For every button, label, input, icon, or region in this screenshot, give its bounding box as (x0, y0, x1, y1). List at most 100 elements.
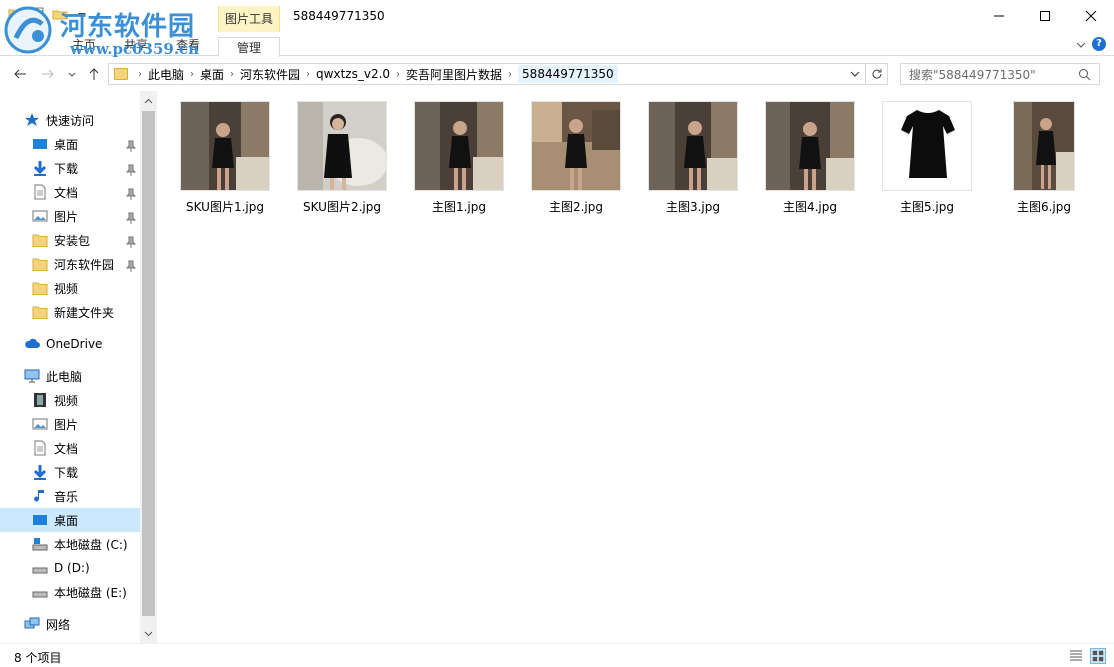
file-item[interactable]: 主图4.jpg (754, 101, 866, 221)
sidebar-item-label: 桌面 (54, 513, 79, 528)
file-item[interactable]: SKU图片1.jpg (169, 101, 281, 221)
computer-icon (24, 369, 40, 383)
quick-access-toolbar (8, 6, 90, 22)
cloud-icon (25, 338, 40, 348)
pin-icon[interactable] (126, 140, 136, 152)
chevron-right-icon[interactable]: › (502, 69, 518, 80)
folder-icon (32, 306, 48, 319)
pin-icon[interactable] (126, 236, 136, 248)
sidebar-item-label: 安装包 (54, 233, 91, 248)
search-icon[interactable] (1078, 68, 1091, 81)
sidebar-item-label: 本地磁盘 (C:) (54, 537, 128, 552)
file-list: SKU图片1.jpg SKU图片2.jpg 主图1.jpg 主图2.jpg 主图… (157, 91, 1114, 643)
maximize-button[interactable] (1022, 0, 1068, 31)
sidebar-item-label: 下载 (54, 161, 79, 176)
new-folder-icon[interactable] (52, 6, 68, 22)
file-name: SKU图片2.jpg (303, 200, 381, 214)
sidebar-item-label: D (D:) (54, 561, 90, 575)
chevron-down-icon (68, 72, 76, 77)
chevron-right-icon[interactable]: › (224, 69, 240, 80)
details-view-icon[interactable] (1068, 648, 1084, 664)
file-name: 主图3.jpg (665, 200, 721, 214)
properties-icon[interactable] (30, 6, 46, 22)
folder-icon[interactable] (8, 6, 24, 22)
file-name: 主图1.jpg (431, 200, 487, 214)
breadcrumb-this-pc[interactable]: 此电脑 (148, 66, 184, 83)
refresh-button[interactable] (866, 63, 888, 85)
breadcrumb-current[interactable]: 588449771350 (518, 65, 618, 83)
breadcrumb-ali-data[interactable]: 奕吾阿里图片数据 (406, 66, 502, 83)
search-placeholder: 搜索"588449771350" (909, 67, 1036, 82)
tab-manage[interactable]: 管理 (218, 37, 280, 57)
large-icons-view-icon[interactable] (1090, 648, 1106, 664)
download-arrow-icon (33, 161, 47, 176)
chevron-right-icon[interactable]: › (184, 69, 200, 80)
tab-share[interactable]: 共享 (124, 36, 148, 53)
breadcrumb-desktop[interactable]: 桌面 (200, 66, 224, 83)
sidebar-item-label: 下载 (54, 465, 79, 480)
chevron-right-icon[interactable]: › (132, 69, 148, 80)
scroll-up-icon[interactable] (144, 97, 153, 106)
arrow-right-icon (42, 69, 54, 79)
image-thumbnail (765, 101, 855, 191)
file-item[interactable]: 主图2.jpg (520, 101, 632, 221)
music-note-icon (34, 490, 44, 502)
pin-icon[interactable] (126, 212, 136, 224)
picture-icon (32, 210, 48, 222)
system-drive-icon (32, 538, 48, 551)
help-icon[interactable]: ? (1092, 37, 1106, 51)
sidebar-item-pc-desktop[interactable]: 桌面 (0, 508, 140, 532)
forward-button[interactable] (40, 66, 56, 82)
chevron-right-icon[interactable]: › (390, 69, 406, 80)
arrow-left-icon (14, 69, 26, 79)
address-bar[interactable]: › 此电脑 › 桌面 › 河东软件园 › qwxtzs_v2.0 › 奕吾阿里图… (108, 63, 866, 85)
document-icon (34, 440, 46, 456)
chevron-down-icon[interactable] (849, 68, 861, 80)
up-button[interactable] (86, 66, 102, 82)
folder-icon (32, 282, 48, 295)
close-button[interactable] (1068, 0, 1114, 31)
download-arrow-icon (33, 465, 47, 480)
image-thumbnail (531, 101, 621, 191)
file-item[interactable]: 主图3.jpg (637, 101, 749, 221)
sidebar-scrollbar[interactable] (140, 91, 157, 643)
ribbon-tabs: 文件 主页 共享 查看 (0, 32, 1114, 56)
tab-file[interactable]: 文件 (20, 36, 44, 53)
tab-view[interactable]: 查看 (176, 36, 200, 53)
sidebar-item-label: 本地磁盘 (E:) (54, 585, 127, 600)
image-thumbnail (414, 101, 504, 191)
breadcrumb-qwxtzs[interactable]: qwxtzs_v2.0 (316, 67, 390, 81)
search-input[interactable]: 搜索"588449771350" (900, 63, 1100, 85)
navigation-bar: › 此电脑 › 桌面 › 河东软件园 › qwxtzs_v2.0 › 奕吾阿里图… (0, 57, 1114, 91)
scroll-down-icon[interactable] (144, 629, 153, 638)
scrollbar-thumb[interactable] (142, 111, 155, 616)
file-name: 主图2.jpg (548, 200, 604, 214)
customize-dropdown-icon[interactable] (74, 6, 90, 22)
file-item[interactable]: 主图6.jpg (988, 101, 1100, 221)
image-thumbnail (648, 101, 738, 191)
desktop-icon (33, 515, 47, 525)
minimize-button[interactable] (976, 0, 1022, 31)
recent-locations-button[interactable] (64, 66, 80, 82)
chevron-right-icon[interactable]: › (300, 69, 316, 80)
folder-icon (114, 68, 128, 80)
window-title: 588449771350 (293, 9, 385, 23)
folder-icon (32, 258, 48, 271)
back-button[interactable] (12, 66, 28, 82)
pin-icon[interactable] (126, 188, 136, 200)
desktop-icon (33, 139, 47, 149)
file-item[interactable]: 主图1.jpg (403, 101, 515, 221)
sidebar-item-label: 视频 (54, 281, 79, 296)
breadcrumb-hedong[interactable]: 河东软件园 (240, 66, 300, 83)
sidebar-item-label: 图片 (54, 209, 79, 224)
sidebar-item-label: 桌面 (54, 137, 79, 152)
pin-icon[interactable] (126, 164, 136, 176)
ribbon-expand-icon[interactable] (1074, 38, 1088, 52)
tab-home[interactable]: 主页 (72, 36, 96, 53)
drive-icon (32, 567, 48, 574)
sidebar-item-label: 快速访问 (46, 113, 95, 128)
file-item[interactable]: 主图5.jpg (871, 101, 983, 221)
file-item[interactable]: SKU图片2.jpg (286, 101, 398, 221)
pin-icon[interactable] (126, 260, 136, 272)
file-name: 主图5.jpg (899, 200, 955, 214)
